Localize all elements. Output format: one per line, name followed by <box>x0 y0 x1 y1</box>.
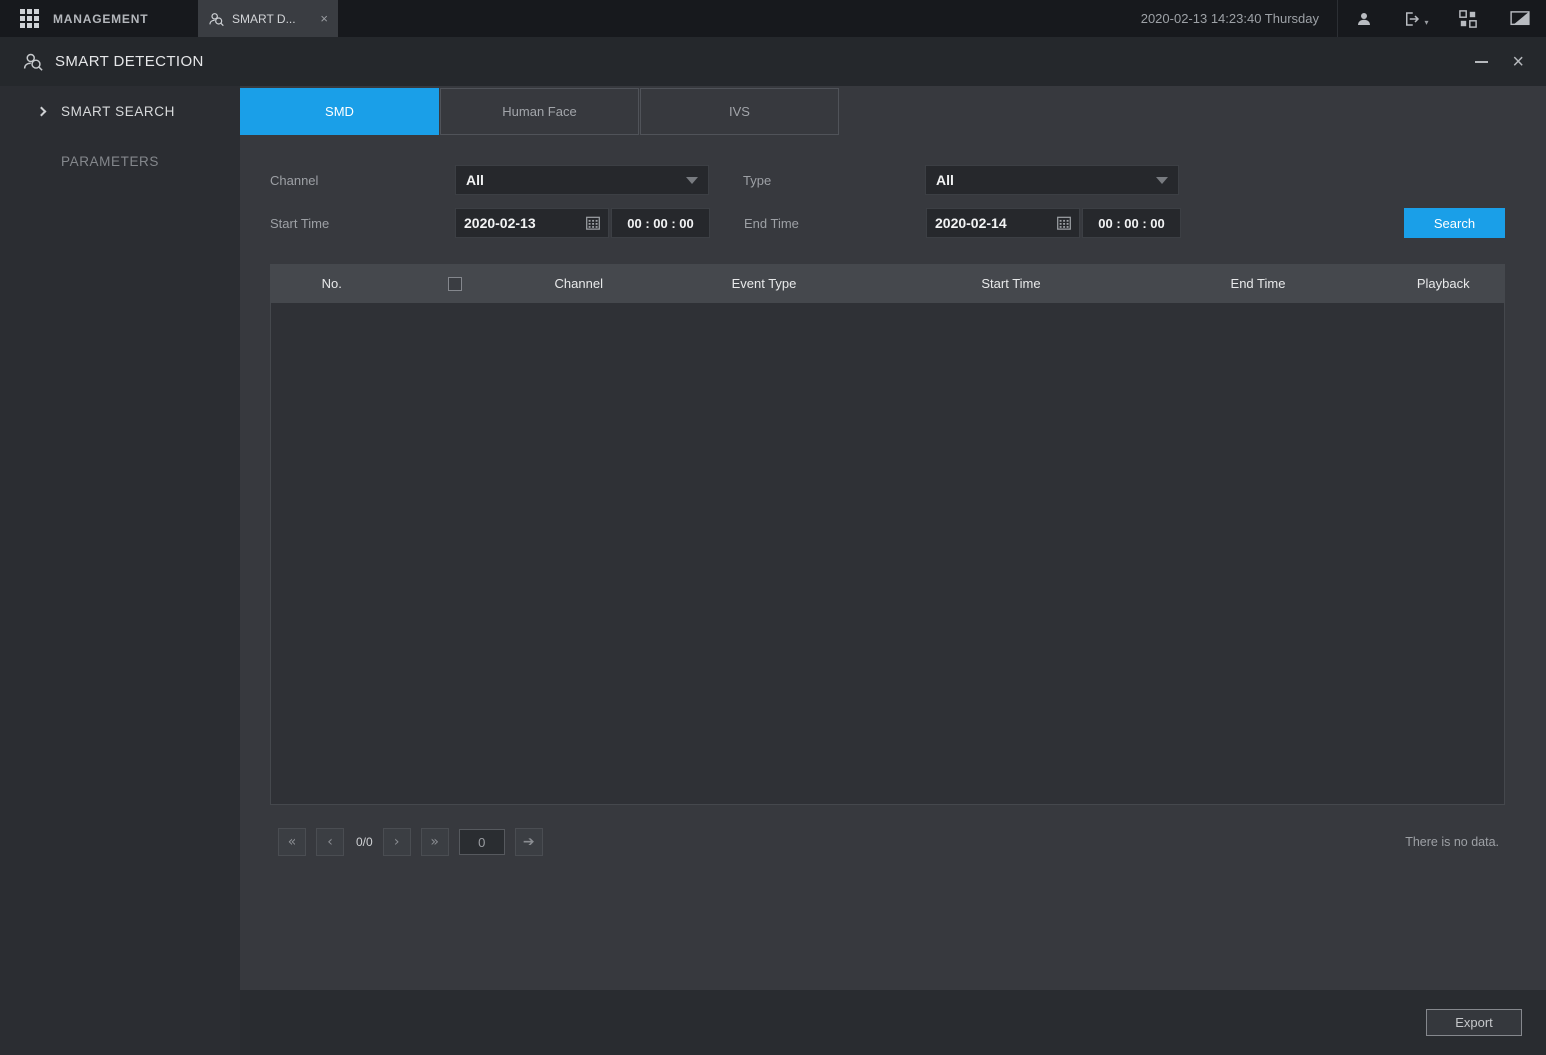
no-data-message: There is no data. <box>1405 835 1499 849</box>
go-to-page-button[interactable]: ➔ <box>515 828 543 856</box>
sidebar-item-label: PARAMETERS <box>61 154 159 169</box>
screen-matrix-button[interactable] <box>1442 0 1494 37</box>
datetime-display: 2020-02-13 14:23:40 Thursday <box>1141 11 1319 26</box>
column-header-no: No. <box>270 276 394 291</box>
matrix-grid-icon <box>1459 10 1477 28</box>
start-date-value: 2020-02-13 <box>464 215 536 231</box>
start-date-input[interactable]: 2020-02-13 <box>455 208 609 238</box>
user-account-button[interactable] <box>1338 0 1390 37</box>
sidebar-item-label: SMART SEARCH <box>61 104 175 119</box>
sidebar-item-smart-search[interactable]: SMART SEARCH <box>0 86 240 136</box>
titlebar: SMART DETECTION × <box>0 37 1546 86</box>
channel-value: All <box>466 172 484 188</box>
display-output-button[interactable] <box>1494 0 1546 37</box>
type-value: All <box>936 172 954 188</box>
tab-smart-detection-window[interactable]: SMART D... × <box>198 0 338 37</box>
export-button[interactable]: Export <box>1426 1009 1522 1036</box>
pagination: « ‹ 0/0 › » ➔ There is no data. <box>278 828 1499 856</box>
previous-page-button[interactable]: ‹ <box>316 828 344 856</box>
select-all-checkbox[interactable] <box>448 277 462 291</box>
close-tab-icon[interactable]: × <box>320 12 328 25</box>
type-label: Type <box>743 173 925 188</box>
channel-dropdown[interactable]: All <box>455 165 709 195</box>
topbar-right: 2020-02-13 14:23:40 Thursday ▾ <box>1141 0 1546 37</box>
display-icon <box>1510 11 1530 27</box>
page-number-input[interactable] <box>459 829 505 855</box>
type-dropdown[interactable]: All <box>925 165 1179 195</box>
sidebar: SMART SEARCH PARAMETERS <box>0 86 240 1055</box>
end-date-input[interactable]: 2020-02-14 <box>926 208 1080 238</box>
column-header-select <box>394 277 518 291</box>
start-time-input[interactable]: 00 : 00 : 00 <box>611 208 710 238</box>
column-header-event-type: Event Type <box>641 276 888 291</box>
smart-detection-icon <box>208 11 224 27</box>
chevron-right-icon <box>37 106 47 116</box>
column-header-start-time: Start Time <box>888 276 1135 291</box>
logout-icon <box>1403 10 1421 28</box>
chevron-down-icon <box>1156 177 1168 184</box>
topbar: MANAGEMENT SMART D... × 2020-02-13 14:23… <box>0 0 1546 37</box>
management-label: MANAGEMENT <box>53 12 148 26</box>
table-header: No. Channel Event Type Start Time End Ti… <box>270 264 1505 303</box>
user-icon <box>1355 10 1373 28</box>
end-time-label: End Time <box>744 216 926 231</box>
table-body-empty <box>270 303 1505 805</box>
channel-label: Channel <box>270 173 455 188</box>
main-panel: SMD Human Face IVS Channel All Type All … <box>240 86 1546 1055</box>
last-page-button[interactable]: » <box>421 828 449 856</box>
chevron-down-icon <box>686 177 698 184</box>
first-page-button[interactable]: « <box>278 828 306 856</box>
search-button[interactable]: Search <box>1404 208 1505 238</box>
apps-grid-icon <box>20 9 39 28</box>
tab-human-face[interactable]: Human Face <box>440 88 639 135</box>
calendar-icon[interactable] <box>586 216 600 230</box>
next-page-button[interactable]: › <box>383 828 411 856</box>
tab-ivs[interactable]: IVS <box>640 88 839 135</box>
column-header-channel: Channel <box>517 276 641 291</box>
detection-tabs: SMD Human Face IVS <box>240 88 1546 135</box>
management-menu-button[interactable]: MANAGEMENT <box>0 0 198 37</box>
calendar-icon[interactable] <box>1057 216 1071 230</box>
end-time-input[interactable]: 00 : 00 : 00 <box>1082 208 1181 238</box>
end-date-value: 2020-02-14 <box>935 215 1007 231</box>
minimize-icon[interactable] <box>1475 61 1488 63</box>
results-table: No. Channel Event Type Start Time End Ti… <box>270 264 1505 805</box>
close-window-icon[interactable]: × <box>1512 52 1524 72</box>
start-time-label: Start Time <box>270 216 455 231</box>
page-info: 0/0 <box>356 835 373 849</box>
tab-smd[interactable]: SMD <box>240 88 439 135</box>
logout-button[interactable]: ▾ <box>1390 0 1442 37</box>
search-form: Channel All Type All Start Time 2020-02-… <box>240 165 1546 251</box>
logout-caret-icon: ▾ <box>1424 18 1428 27</box>
smart-detection-title-icon <box>22 51 43 72</box>
sidebar-item-parameters[interactable]: PARAMETERS <box>0 136 240 186</box>
footer-bar: Export <box>240 990 1546 1055</box>
column-header-playback: Playback <box>1382 276 1506 291</box>
page-title: SMART DETECTION <box>55 53 204 70</box>
tab-label: SMART D... <box>232 12 296 26</box>
column-header-end-time: End Time <box>1135 276 1382 291</box>
